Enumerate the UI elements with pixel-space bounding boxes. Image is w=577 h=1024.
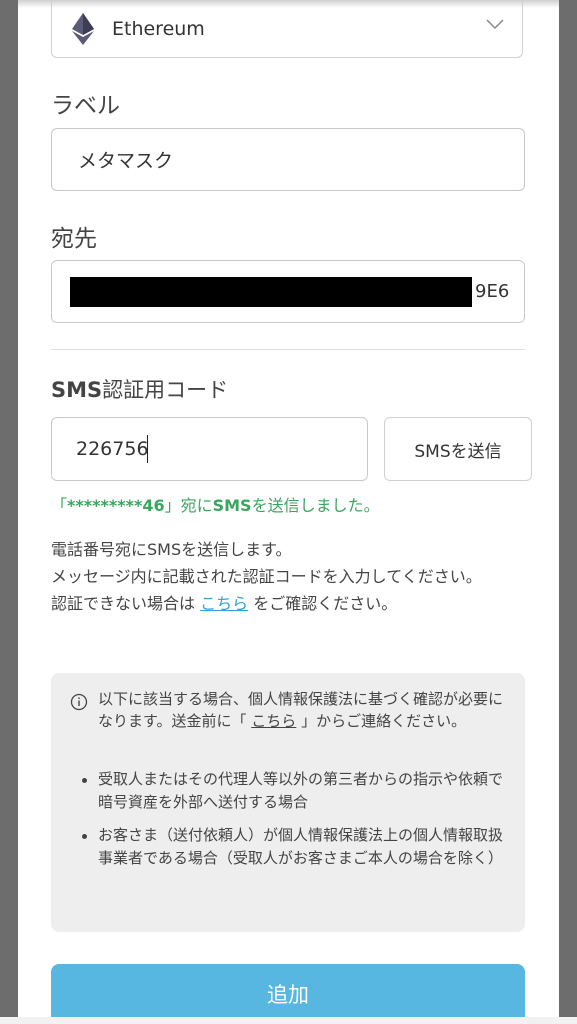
address-field-title: 宛先 — [51, 226, 97, 252]
sms-info-line2: メッセージ内に記載された認証コードを入力してください。 — [51, 567, 482, 586]
notice-intro-suffix: 」からご連絡ください。 — [301, 712, 467, 730]
bullet-dot — [82, 778, 87, 783]
chevron-down-icon — [486, 19, 504, 30]
redacted-address — [70, 277, 472, 307]
sms-code-title: SMS認証用コード — [51, 374, 228, 404]
label-input[interactable]: メタマスク — [51, 128, 525, 191]
sms-sent-message: 「*********46」宛にSMSを送信しました。 — [51, 492, 380, 516]
ethereum-icon — [72, 12, 94, 45]
add-button[interactable]: 追加 — [51, 964, 525, 1024]
label-field-title: ラベル — [51, 93, 120, 119]
network-select-value: Ethereum — [112, 17, 205, 40]
sms-info-line3: 認証できない場合は こちら をご確認ください。 — [51, 590, 531, 617]
send-sms-button[interactable]: SMSを送信 — [384, 417, 532, 481]
sms-code-title-rest: 認証用コード — [102, 378, 229, 402]
bullet-text: お客さま（送付依頼人）が個人情報保護法上の個人情報取扱事業者である場合（受取人が… — [98, 826, 504, 867]
notice-intro: 以下に該当する場合、個人情報保護法に基づく確認が必要になります。送金前に「 こち… — [98, 688, 508, 732]
sms-sent-mid: 」宛に — [164, 496, 213, 515]
address-input-tail: 9E6 — [475, 281, 510, 302]
sms-sent-sms: SMS — [212, 496, 252, 515]
sms-sent-suffix: を送信しました。 — [251, 496, 380, 515]
privacy-notice-box: 以下に該当する場合、個人情報保護法に基づく確認が必要になります。送金前に「 こち… — [51, 673, 525, 932]
form-sheet: Ethereum ラベル メタマスク 宛先 9E6 SMS認証用コード 2267… — [18, 0, 559, 1024]
help-link[interactable]: こちら — [200, 594, 248, 613]
network-select[interactable]: Ethereum — [51, 0, 523, 58]
sms-code-input-value: 226756 — [76, 438, 149, 460]
label-input-value: メタマスク — [78, 150, 174, 172]
sms-info-text: 電話番号宛にSMSを送信します。 メッセージ内に記載された認証コードを入力してく… — [51, 536, 531, 617]
text-caret — [147, 435, 148, 463]
address-input[interactable]: 9E6 — [51, 260, 525, 323]
list-item: お客さま（送付依頼人）が個人情報保護法上の個人情報取扱事業者である場合（受取人が… — [82, 824, 512, 870]
bullet-dot — [82, 834, 87, 839]
sms-info-line1: 電話番号宛にSMSを送信します。 — [51, 540, 292, 559]
sms-info-line3-suffix: をご確認ください。 — [253, 594, 398, 613]
sms-sent-number: *********46 — [67, 496, 165, 515]
notice-bullets: 受取人またはその代理人等以外の第三者からの指示や依頼で暗号資産を外部へ送付する場… — [82, 768, 512, 880]
info-icon — [70, 693, 88, 711]
sms-code-input[interactable]: 226756 — [51, 417, 368, 481]
bullet-text: 受取人またはその代理人等以外の第三者からの指示や依頼で暗号資産を外部へ送付する場… — [98, 770, 504, 811]
sms-code-title-bold: SMS — [51, 378, 103, 402]
sms-info-line3-prefix: 認証できない場合は — [51, 594, 196, 613]
list-item: 受取人またはその代理人等以外の第三者からの指示や依頼で暗号資産を外部へ送付する場… — [82, 768, 512, 814]
divider — [51, 349, 525, 350]
sms-sent-prefix: 「 — [51, 496, 68, 515]
bottom-bar — [0, 1017, 577, 1024]
contact-link[interactable]: こちら — [251, 712, 296, 730]
